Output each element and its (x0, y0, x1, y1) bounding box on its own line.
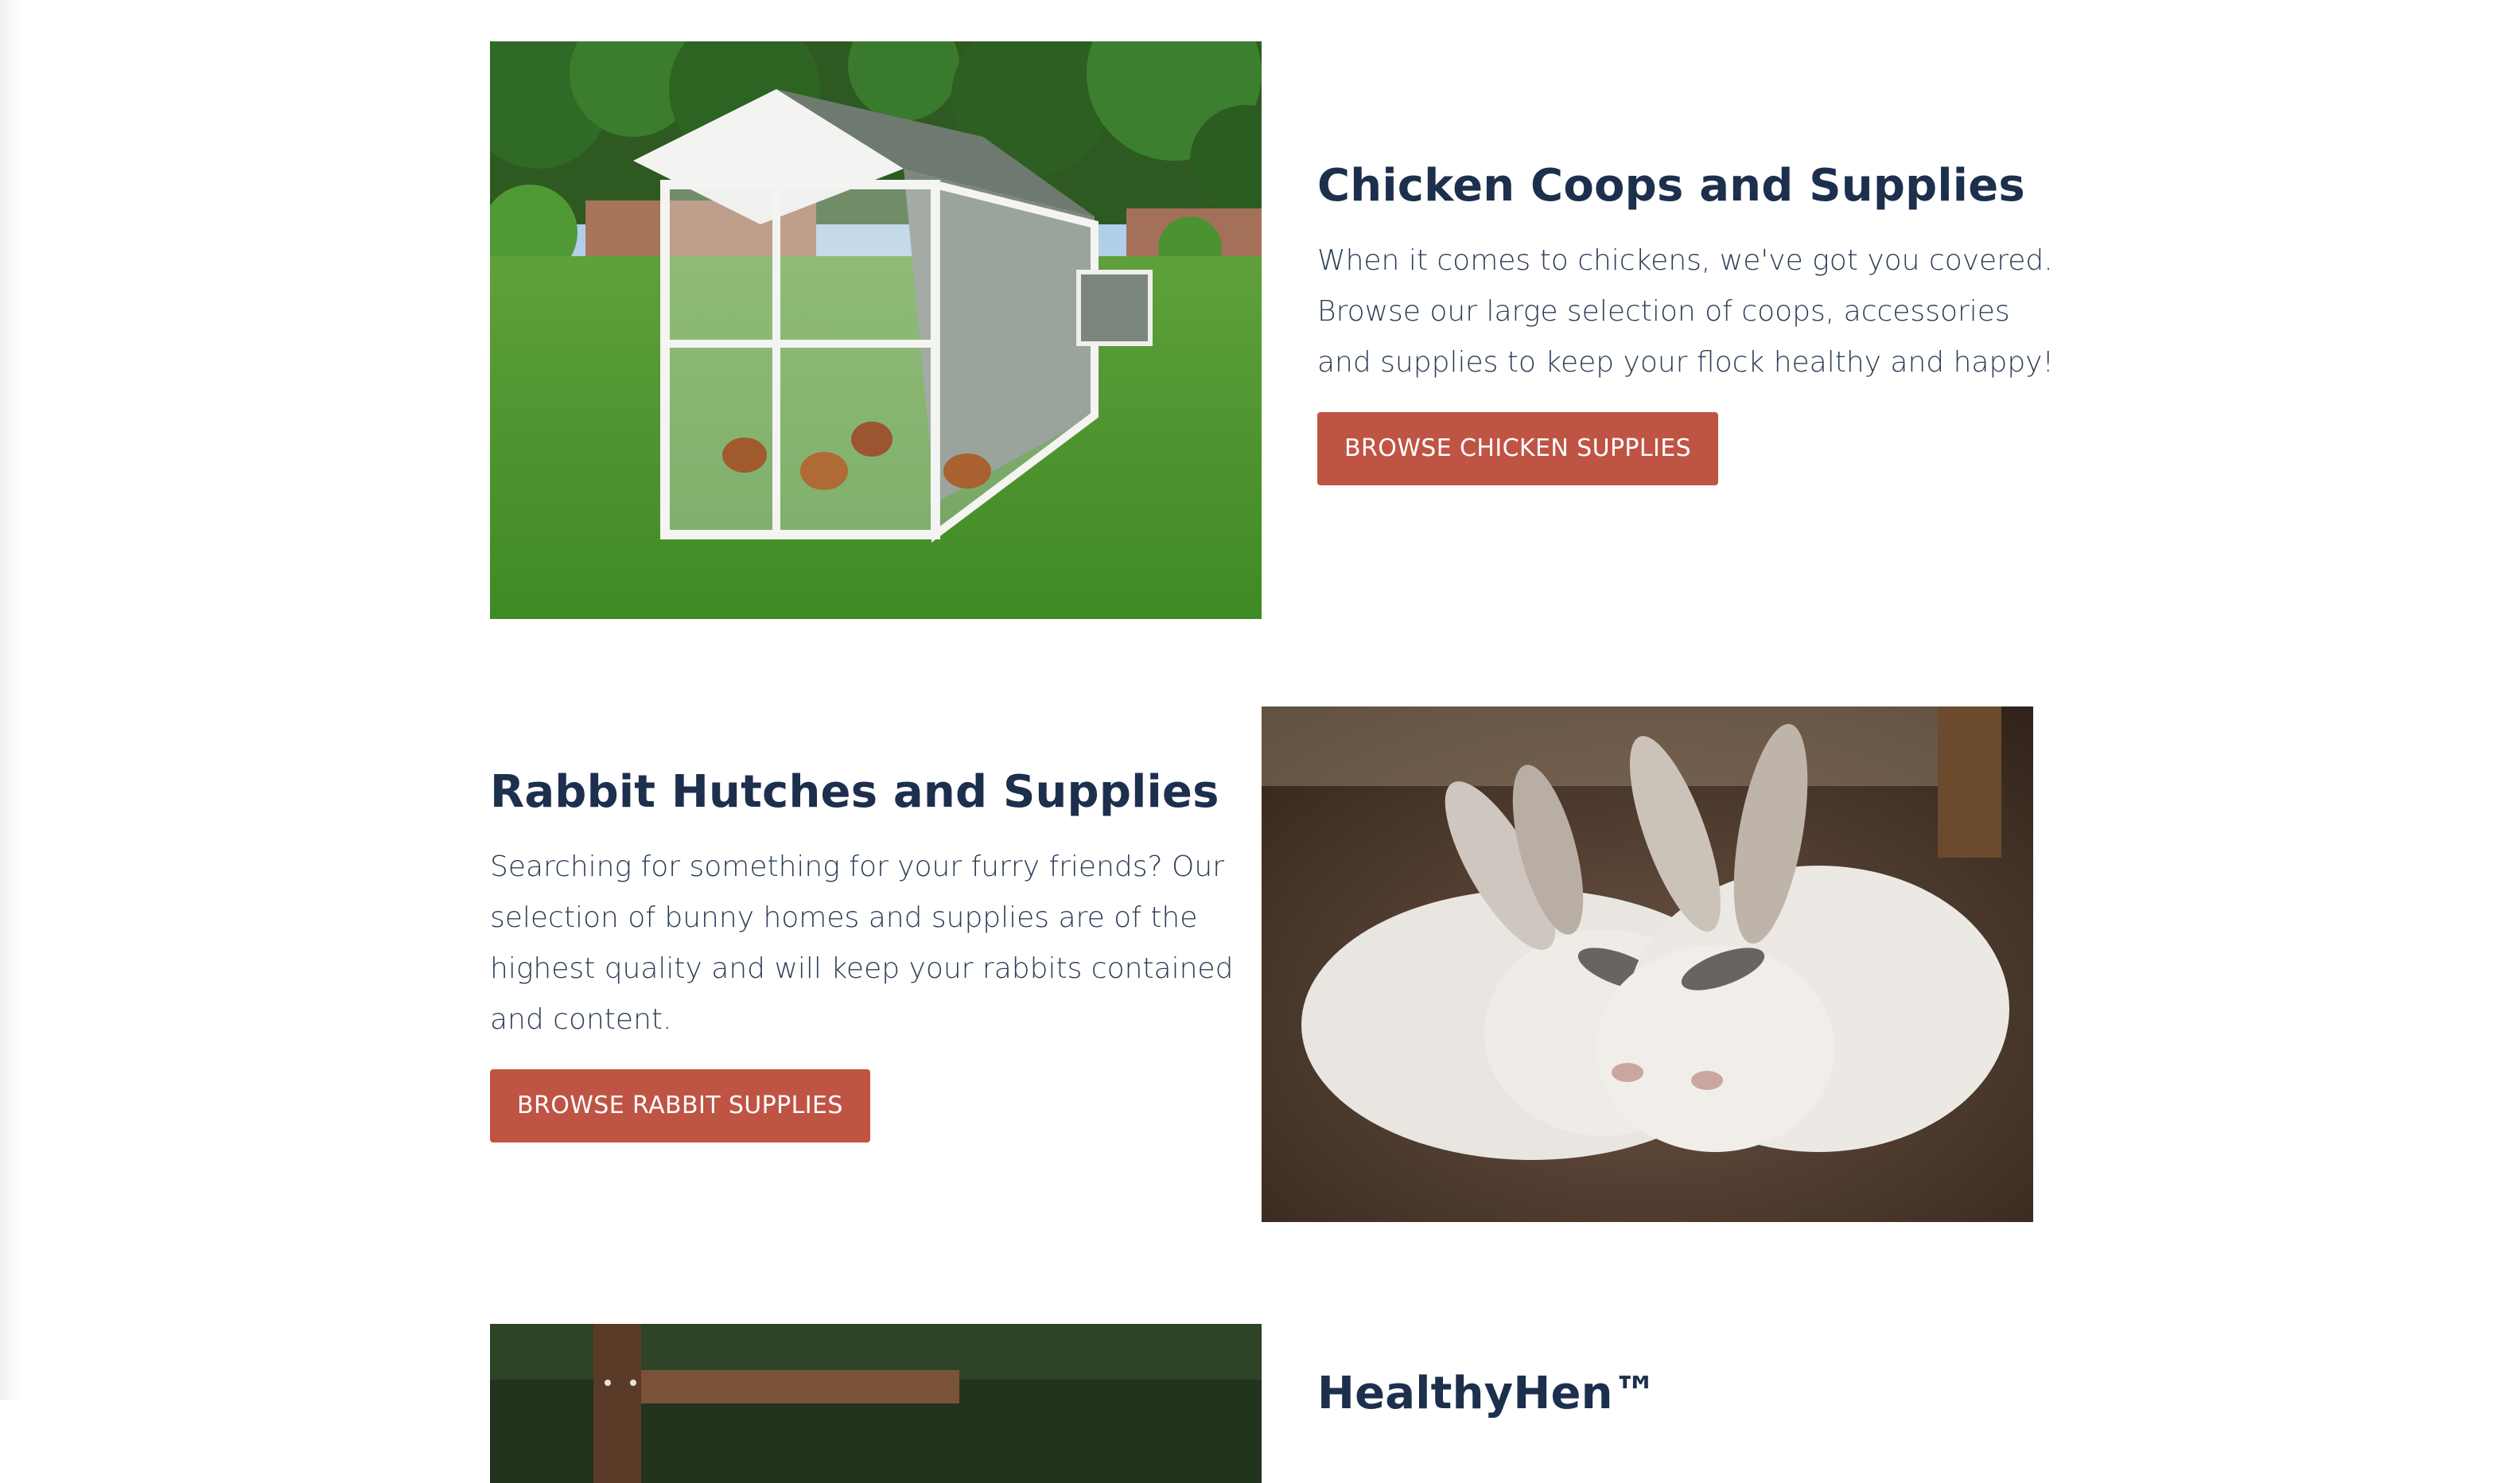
browse-chicken-supplies-button[interactable]: BROWSE CHICKEN SUPPLIES (1317, 412, 1719, 485)
chicken-description: When it comes to chickens, we've got you… (1317, 244, 2054, 379)
healthyhen-heading: HealthyHen™ (1317, 1368, 1658, 1419)
rabbits-image (1262, 706, 2033, 1222)
rabbit-section: Rabbit Hutches and Supplies Searching fo… (0, 652, 2520, 1273)
rabbit-description: Searching for something for your furry f… (490, 850, 1234, 1036)
chicken-coop-image (490, 41, 1262, 619)
browse-rabbit-supplies-button[interactable]: BROWSE RABBIT SUPPLIES (490, 1069, 870, 1142)
rabbit-heading: Rabbit Hutches and Supplies (490, 766, 1219, 818)
chicken-section: Chicken Coops and Supplies When it comes… (0, 0, 2520, 652)
healthyhen-text-block: HealthyHen™ (1317, 1365, 2057, 1423)
healthyhen-section: HealthyHen™ (0, 1273, 2520, 1483)
healthyhen-image (490, 1324, 1262, 1483)
chicken-heading: Chicken Coops and Supplies (1317, 160, 2025, 212)
rabbit-text-block: Rabbit Hutches and Supplies Searching fo… (490, 764, 1238, 1142)
chicken-text-block: Chicken Coops and Supplies When it comes… (1317, 158, 2057, 485)
